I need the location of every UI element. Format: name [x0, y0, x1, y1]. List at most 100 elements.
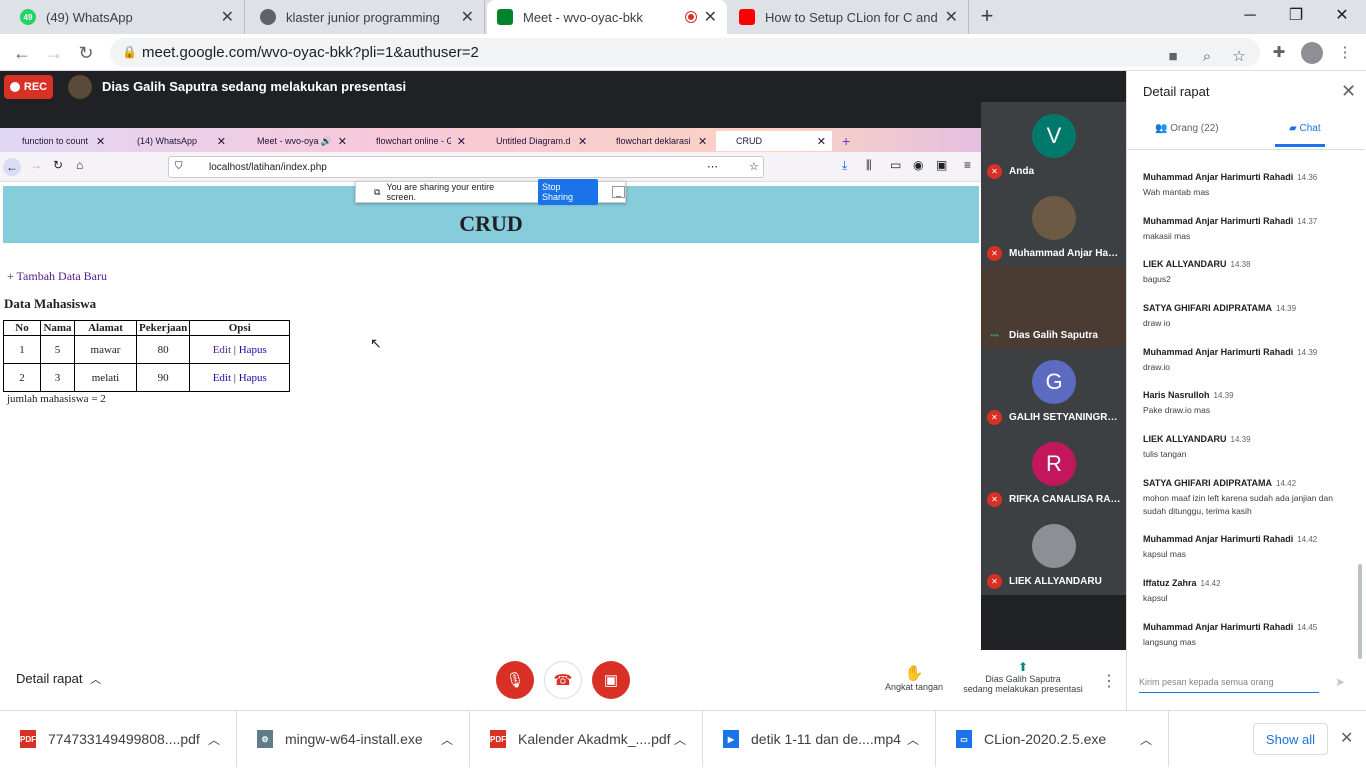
new-tab-button[interactable]: +	[976, 5, 998, 29]
profile-avatar[interactable]	[1301, 42, 1323, 64]
raise-hand-button[interactable]: ✋ Angkat tangan	[885, 664, 943, 692]
meeting-controls: Detail rapat ︿ 🎙 ☎ ▣ ✋ Angkat tangan ⬆ Dia…	[0, 650, 1126, 710]
edit-link: Edit	[212, 343, 232, 356]
details-label: Detail rapat	[16, 671, 83, 686]
back-icon[interactable]: ←	[10, 41, 34, 65]
star-icon[interactable]: ☆	[1228, 46, 1250, 68]
send-icon[interactable]: ➤	[1335, 675, 1345, 689]
close-icon[interactable]: ✕	[221, 7, 234, 27]
participant-tile[interactable]: V ✕ Anda	[981, 102, 1126, 184]
message-author: Muhammad Anjar Harimurti Rahadi	[1143, 347, 1294, 357]
tab-people[interactable]: 👥 Orang (22)	[1155, 123, 1219, 134]
chevron-up-icon[interactable]: ︿	[208, 731, 220, 748]
camera-off-button[interactable]: ▣	[592, 661, 630, 699]
camera-icon[interactable]: ■	[1162, 46, 1184, 68]
more-options-icon[interactable]: ⋮	[1101, 671, 1117, 691]
ff-url-bar: ⛉ localhost/latihan/index.php ⋯ ☆	[168, 156, 764, 178]
zoom-icon[interactable]: ⌕	[1196, 46, 1218, 68]
leave-call-button[interactable]: ☎	[544, 661, 582, 699]
show-all-button[interactable]: Show all	[1253, 723, 1328, 755]
close-icon[interactable]: ✕	[945, 7, 958, 27]
message-text: makasii mas	[1143, 231, 1191, 241]
raise-hand-label: Angkat tangan	[885, 682, 944, 692]
participant-tile-video[interactable]: ••• Dias Galih Saputra	[981, 266, 1126, 348]
message-text: tulis tangan	[1143, 449, 1187, 459]
meeting-details-toggle[interactable]: Detail rapat ︿	[16, 671, 101, 687]
ff-sidebar-icon: ▭	[890, 158, 902, 172]
chat-message: Haris Nasrulloh 14.39 Pake draw.io mas	[1143, 390, 1348, 417]
omnibox[interactable]: 🔒 meet.google.com/wvo-oyac-bkk?pli=1&aut…	[110, 38, 1260, 67]
downloads-bar: PDF 774733149499808....pdf ︿ ⚙ mingw-w64-in…	[0, 710, 1366, 768]
extensions-icon[interactable]: ✚	[1268, 42, 1290, 64]
cell: 90	[135, 363, 191, 392]
chevron-up-icon[interactable]: ︿	[1140, 731, 1152, 748]
close-icon: ✕	[816, 135, 826, 148]
tab-chat[interactable]: ▰ Chat	[1289, 123, 1321, 134]
close-icon[interactable]: ✕	[1341, 81, 1356, 102]
table-row: 2 3 melati 90 Edit | Hapus	[3, 363, 291, 392]
participant-tile[interactable]: ✕ Muhammad Anjar Harim...	[981, 184, 1126, 266]
tab-whatsapp[interactable]: 49 (49) WhatsApp ✕	[10, 0, 245, 34]
pdf-file-icon: PDF	[490, 730, 506, 748]
close-icon[interactable]: ✕	[1340, 728, 1353, 748]
minimize-button[interactable]: ─	[1230, 4, 1270, 28]
whatsapp-icon: 49	[20, 9, 36, 25]
download-item[interactable]: ⚙ mingw-w64-install.exe ︿	[237, 711, 470, 767]
chat-scrollbar[interactable]	[1358, 564, 1362, 659]
tab-meet[interactable]: Meet - wvo-oyac-bkk ✕	[487, 0, 727, 34]
ff-tab: function to count d ✕	[2, 131, 114, 151]
avatar	[1032, 524, 1076, 568]
tab-klaster[interactable]: klaster junior programming ✕	[250, 0, 485, 34]
cell-actions: Edit | Hapus	[189, 335, 291, 364]
menu-icon[interactable]: ⋮	[1334, 42, 1356, 64]
cell: mawar	[74, 335, 137, 364]
shield-icon: ⛉	[175, 161, 183, 172]
participant-name: Dias Galih Saputra	[1009, 330, 1098, 341]
download-item[interactable]: PDF 774733149499808....pdf ︿	[0, 711, 237, 767]
close-icon[interactable]: ✕	[461, 7, 474, 27]
people-icon: 👥	[1155, 123, 1171, 134]
message-text: kapsul mas	[1143, 549, 1186, 559]
ff-account-icon: ◉	[913, 158, 924, 172]
download-name: CLion-2020.2.5.exe	[984, 731, 1107, 747]
presenting-button[interactable]: ⬆ Dias Galih Saputra sedang melakukan pres…	[963, 660, 1083, 694]
chat-message: LIEK ALLYANDARU 14.38 bagus2	[1143, 259, 1348, 286]
presenting-status: sedang melakukan presentasi	[963, 684, 1083, 694]
meet-icon	[497, 9, 513, 25]
participant-tile[interactable]: G ✕ GALIH SETYANINGRUM	[981, 348, 1126, 430]
window-close-button[interactable]: ✕	[1322, 4, 1362, 28]
col-header: Nama	[40, 320, 75, 336]
participant-tile[interactable]: ✕ LIEK ALLYANDARU	[981, 512, 1126, 594]
download-item[interactable]: PDF Kalender Akadmk_....pdf ︿	[470, 711, 703, 767]
tab-youtube[interactable]: How to Setup CLion for C and C ✕	[729, 0, 969, 34]
mouse-cursor-icon: ↖	[370, 335, 382, 351]
globe-icon	[260, 9, 276, 25]
mic-off-icon: ✕	[987, 164, 1002, 179]
ff-tab-title: flowchart deklarasi	[616, 136, 691, 146]
panel-title: Detail rapat	[1143, 84, 1210, 99]
mic-off-button[interactable]: 🎙	[496, 661, 534, 699]
close-icon[interactable]: ✕	[704, 7, 717, 27]
participant-tile[interactable]: R ✕ RIFKA CANALISA RAHAYU	[981, 430, 1126, 512]
mic-off-icon: ✕	[987, 574, 1002, 589]
message-time: 14.39	[1276, 304, 1297, 313]
chevron-up-icon: ︿	[90, 674, 102, 686]
message-time: 14.42	[1297, 535, 1318, 544]
chevron-up-icon[interactable]: ︿	[674, 731, 686, 748]
data-heading: Data Mahasiswa	[4, 296, 97, 311]
participant-name: Muhammad Anjar Harim...	[1009, 248, 1121, 259]
presenting-name: Dias Galih Saputra	[985, 674, 1061, 684]
chevron-up-icon[interactable]: ︿	[441, 731, 453, 748]
chat-input[interactable]: Kirim pesan kepada semua orang	[1139, 677, 1319, 693]
chevron-up-icon[interactable]: ︿	[907, 731, 919, 748]
ff-tab-title: CRUD	[736, 136, 762, 146]
download-item[interactable]: ▭ CLion-2020.2.5.exe ︿	[936, 711, 1169, 767]
mic-off-icon: ✕	[987, 246, 1002, 261]
ff-library-icon: ⫼	[866, 158, 872, 172]
restore-button[interactable]: ❐	[1276, 4, 1316, 28]
forward-icon[interactable]: →	[42, 41, 66, 65]
download-item[interactable]: ▶ detik 1-11 dan de....mp4 ︿	[703, 711, 936, 767]
message-text: Wah mantab mas	[1143, 187, 1210, 197]
message-time: 14.37	[1297, 217, 1318, 226]
reload-icon[interactable]: ↻	[74, 41, 98, 65]
